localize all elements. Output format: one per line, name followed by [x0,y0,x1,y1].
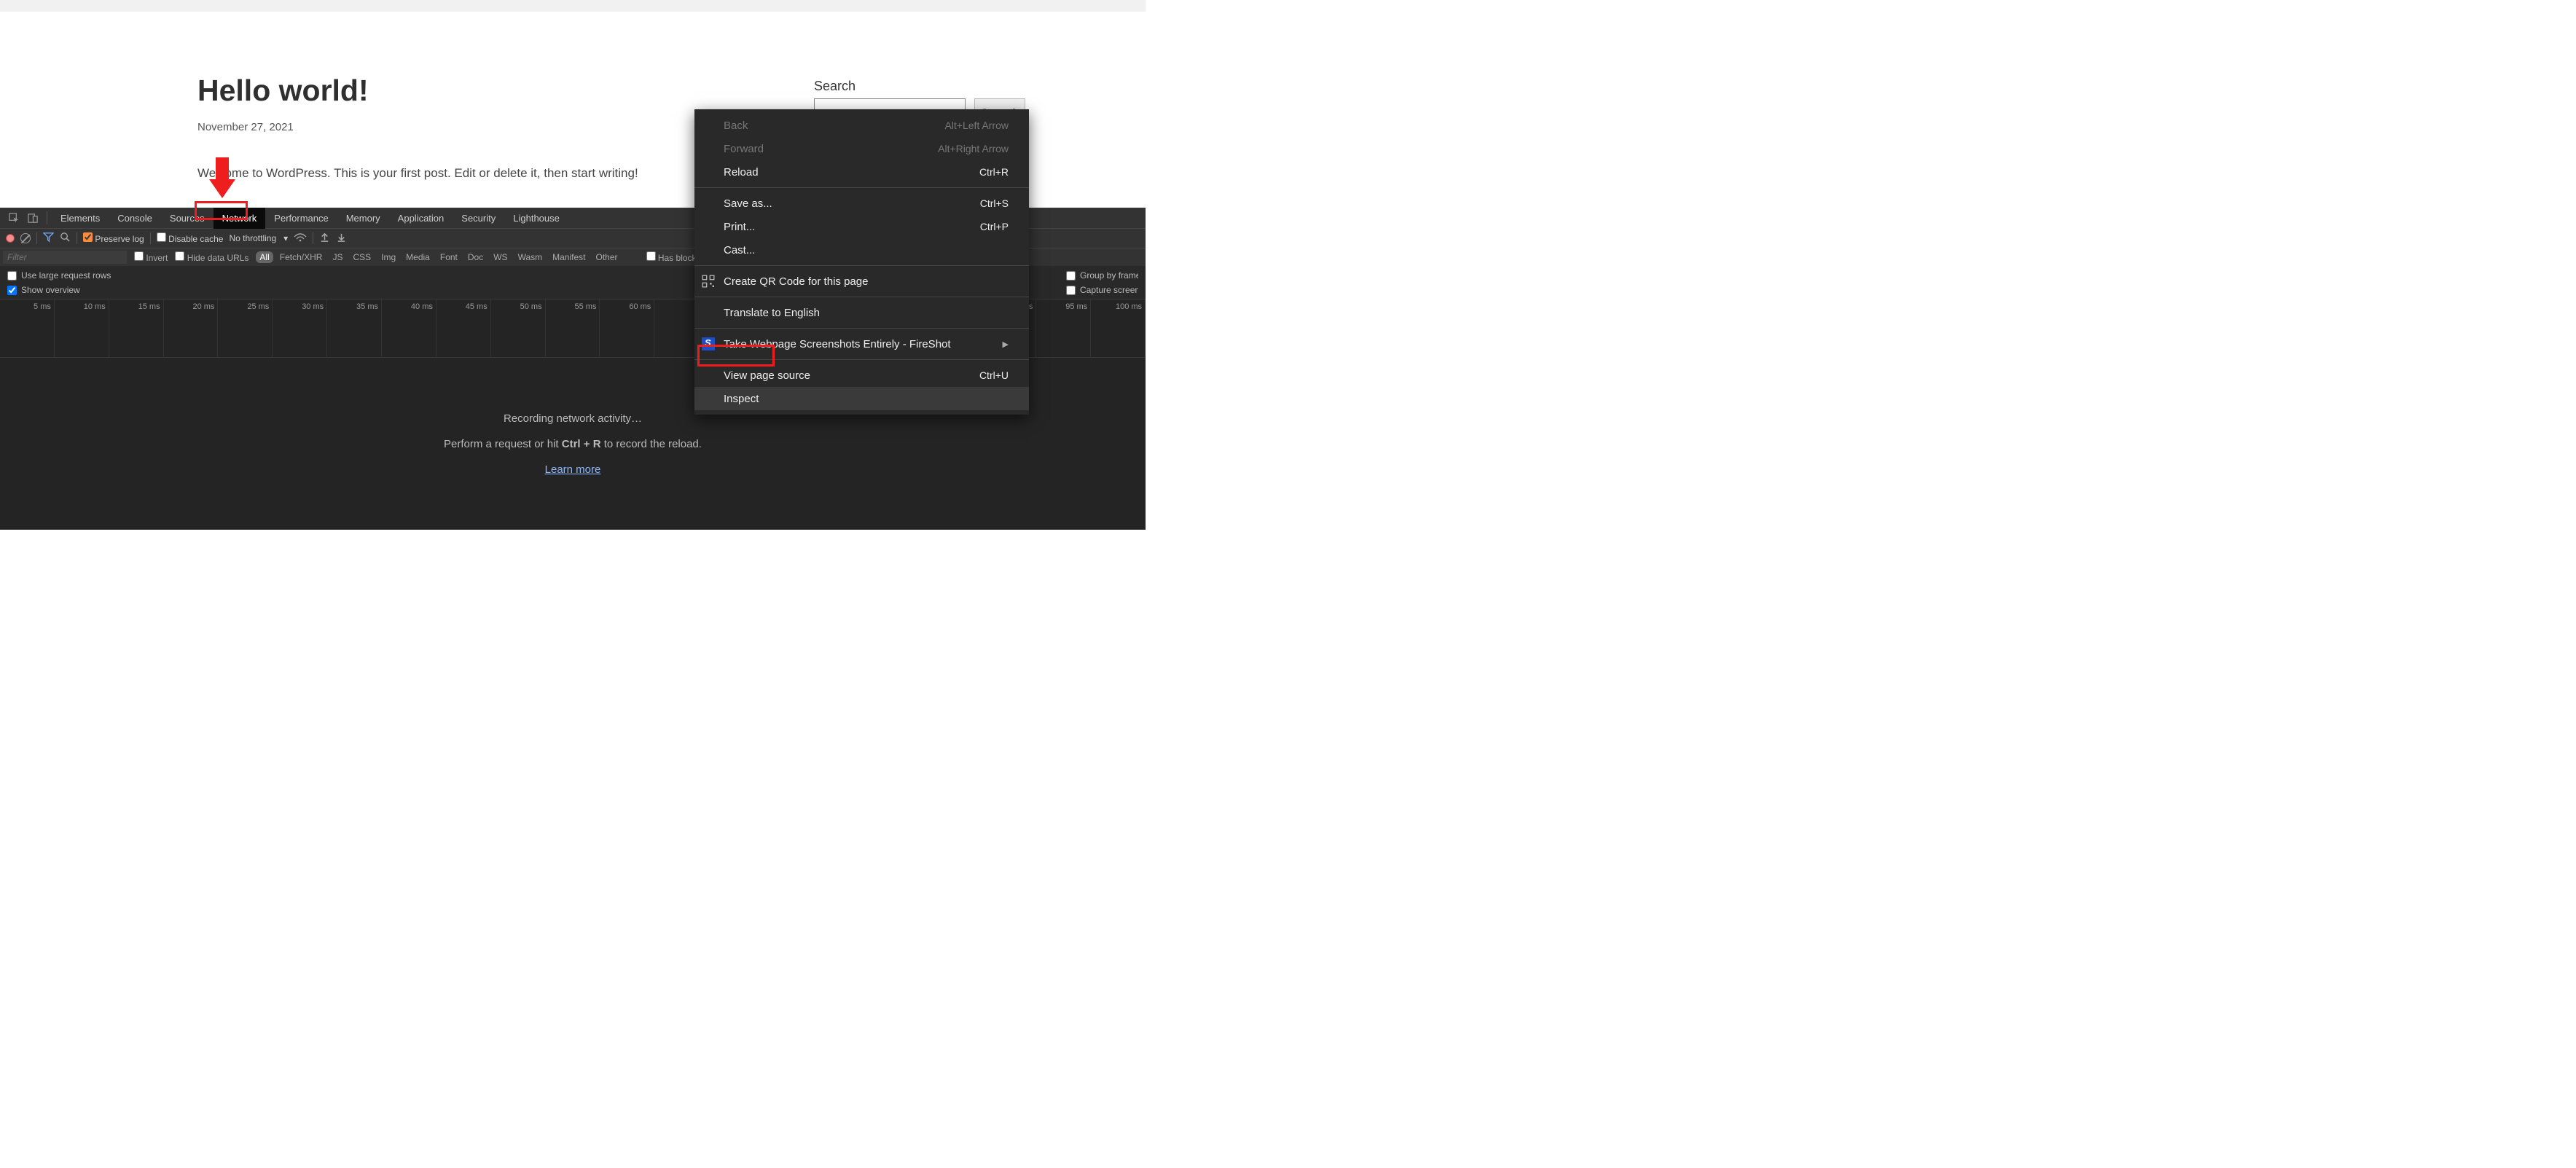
filter-type-fetch-xhr[interactable]: Fetch/XHR [276,251,326,263]
timeline-tick: 100 ms [1091,299,1146,358]
timeline-tick: 10 ms [55,299,109,358]
context-separator [694,187,1029,188]
context-translate-to-english[interactable]: Translate to English [694,301,1029,324]
search-icon[interactable] [60,232,71,245]
filter-type-doc[interactable]: Doc [464,251,487,263]
context-separator [694,328,1029,329]
throttling-select[interactable]: No throttling ▾ [229,233,288,243]
filter-type-js[interactable]: JS [329,251,346,263]
timeline-tick: 50 ms [491,299,546,358]
tab-elements[interactable]: Elements [52,208,109,229]
record-icon[interactable] [6,234,15,243]
download-har-icon[interactable] [336,232,347,245]
hint-text: Perform a request or hit Ctrl + R to rec… [444,438,702,450]
context-view-page-source[interactable]: View page sourceCtrl+U [694,364,1029,387]
filter-type-font[interactable]: Font [436,251,461,263]
context-create-qr-code-for-this-page[interactable]: Create QR Code for this page [694,270,1029,293]
tab-network[interactable]: Network [214,208,266,229]
large-rows-checkbox[interactable]: Use large request rows [7,270,445,281]
filter-input[interactable] [3,251,127,264]
show-overview-checkbox[interactable]: Show overview [7,285,445,295]
context-separator [694,265,1029,266]
context-menu: BackAlt+Left ArrowForwardAlt+Right Arrow… [694,109,1029,415]
hide-data-urls-checkbox[interactable]: Hide data URLs [175,251,248,263]
tab-console[interactable]: Console [109,208,161,229]
timeline-tick: 20 ms [164,299,219,358]
separator [150,232,151,244]
tab-sources[interactable]: Sources [161,208,214,229]
group-by-frame-checkbox[interactable]: Group by frame [1066,270,1138,281]
timeline-tick: 60 ms [600,299,654,358]
filter-type-wasm[interactable]: Wasm [514,251,547,263]
device-toggle-icon[interactable] [26,211,39,224]
search-label: Search [814,79,1025,94]
timeline-tick: 95 ms [1036,299,1091,358]
separator [36,232,37,244]
context-inspect[interactable]: Inspect [694,387,1029,410]
filter-type-media[interactable]: Media [402,251,434,263]
context-save-as[interactable]: Save as...Ctrl+S [694,192,1029,215]
timeline-tick: 30 ms [273,299,327,358]
clear-icon[interactable] [20,233,31,243]
recording-text: Recording network activity… [504,412,642,425]
invert-checkbox[interactable]: Invert [134,251,168,263]
timeline-tick: 35 ms [327,299,382,358]
disable-cache-checkbox[interactable]: Disable cache [157,232,224,244]
learn-more-link[interactable]: Learn more [545,463,601,476]
filter-type-css[interactable]: CSS [349,251,375,263]
tab-lighthouse[interactable]: Lighthouse [504,208,568,229]
network-conditions-icon[interactable] [294,232,307,245]
filter-type-ws[interactable]: WS [490,251,511,263]
timeline-tick: 40 ms [382,299,436,358]
timeline-tick: 25 ms [218,299,273,358]
tab-application[interactable]: Application [389,208,453,229]
filter-funnel-icon[interactable] [43,232,54,245]
context-separator [694,359,1029,360]
context-forward: ForwardAlt+Right Arrow [694,137,1029,160]
capture-screenshots-checkbox[interactable]: Capture screenshots [1066,285,1138,295]
timeline-tick: 55 ms [546,299,600,358]
context-take-webpage-screenshots-entirely-fireshot[interactable]: Take Webpage Screenshots Entirely - Fire… [694,332,1029,356]
browser-top-bar [0,0,1146,12]
context-print[interactable]: Print...Ctrl+P [694,215,1029,238]
filter-type-img[interactable]: Img [377,251,399,263]
context-cast[interactable]: Cast... [694,238,1029,262]
filter-type-manifest[interactable]: Manifest [549,251,589,263]
filter-type-other[interactable]: Other [592,251,621,263]
upload-har-icon[interactable] [319,232,330,245]
context-back: BackAlt+Left Arrow [694,114,1029,137]
fireshot-icon [702,337,715,350]
annotation-arrow [209,157,235,203]
timeline-tick: 45 ms [436,299,491,358]
preserve-log-checkbox[interactable]: Preserve log [83,232,144,244]
tab-security[interactable]: Security [453,208,504,229]
context-reload[interactable]: ReloadCtrl+R [694,160,1029,184]
tab-performance[interactable]: Performance [265,208,337,229]
timeline-tick: 5 ms [0,299,55,358]
tab-memory[interactable]: Memory [337,208,389,229]
inspect-element-icon[interactable] [7,211,20,224]
qr-icon [702,275,715,288]
filter-type-all[interactable]: All [256,251,273,263]
timeline-tick: 15 ms [109,299,164,358]
